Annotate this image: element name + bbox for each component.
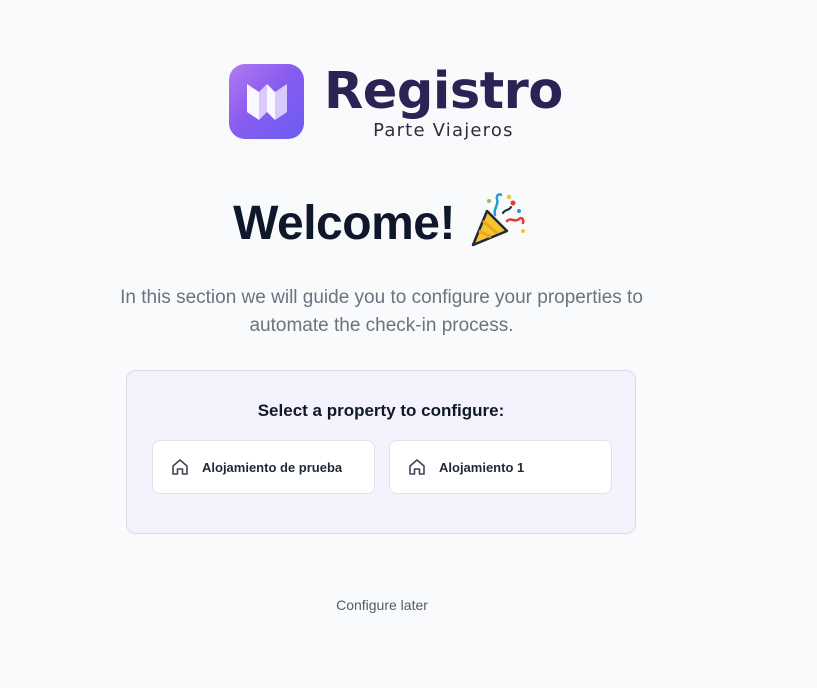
map-fold-icon — [246, 83, 287, 120]
welcome-title: Welcome! — [233, 197, 455, 250]
property-card-alojamiento-1[interactable]: Alojamiento 1 — [389, 440, 612, 494]
brand-title: Registro — [324, 62, 563, 121]
party-popper-icon — [471, 192, 525, 246]
panel-title: Select a property to configure: — [257, 401, 505, 420]
home-icon — [407, 457, 427, 477]
brand-text: Registro Parte Viajeros — [324, 62, 563, 142]
configure-later-button[interactable]: Configure later — [282, 597, 482, 613]
brand-logo: Registro Parte Viajeros — [229, 64, 563, 141]
property-card-label: Alojamiento 1 — [439, 459, 525, 475]
brand-subtitle: Parte Viajeros — [373, 120, 514, 141]
onboarding-page: Registro Parte Viajeros Welcome! In this… — [0, 0, 817, 688]
welcome-heading: Welcome! — [0, 192, 760, 251]
property-selection-panel: Select a property to configure: Alojamie… — [126, 370, 636, 534]
property-card-label: Alojamiento de prueba — [202, 459, 343, 475]
home-icon — [170, 457, 190, 477]
welcome-description: In this section we will guide you to con… — [120, 287, 643, 336]
property-card-alojamiento-de-prueba[interactable]: Alojamiento de prueba — [152, 440, 375, 494]
brand-mark-icon — [229, 64, 304, 139]
